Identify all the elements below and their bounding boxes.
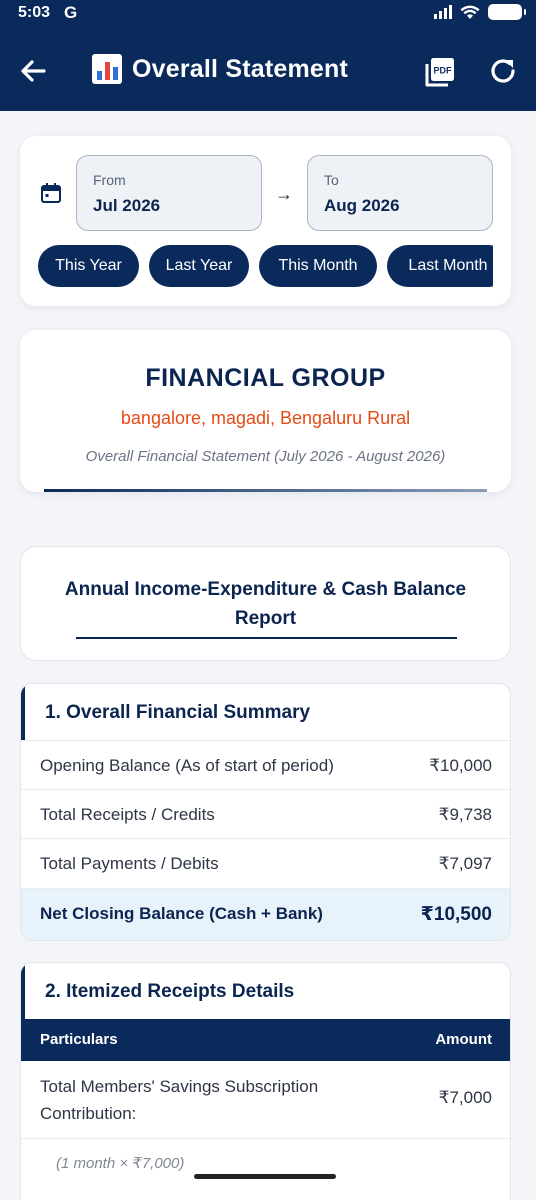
to-date-field[interactable]: To Aug 2026 [307,155,493,231]
status-bar: 5:03 G [0,0,536,28]
arrow-left-icon[interactable] [18,56,48,86]
summary-row-amount: ₹7,097 [438,854,492,873]
google-icon: G [64,3,78,22]
chip-last-year[interactable]: Last Year [149,245,249,287]
summary-row-label: Total Payments / Debits [40,854,219,873]
summary-row-amount: ₹9,738 [438,805,492,824]
summary-row: Opening Balance (As of start of period) … [21,740,510,790]
to-label: To [324,172,339,188]
organization-header: FINANCIAL GROUP bangalore, magadi, Benga… [20,330,511,492]
bar-chart-icon [92,54,122,84]
report-title-card: Annual Income-Expenditure & Cash Balance… [20,546,511,661]
receipt-amount: ₹7,000 [438,1088,492,1107]
receipts-title: 2. Itemized Receipts Details [45,981,295,1002]
closing-balance-row: Net Closing Balance (Cash + Bank) ₹10,50… [21,888,510,940]
closing-balance-label: Net Closing Balance (Cash + Bank) [40,904,323,923]
wifi-icon [460,5,480,19]
status-time: 5:03 [18,4,51,21]
summary-row: Total Payments / Debits ₹7,097 [21,838,510,888]
col-amount: Amount [435,1031,492,1048]
receipts-section: 2. Itemized Receipts Details Particulars… [20,962,511,1200]
receipt-particular: Total Members' Savings Subscription Cont… [40,1077,319,1123]
report-title: Annual Income-Expenditure & Cash Balance… [64,579,467,629]
preset-chips: This Year Last Year This Month Last Mont… [38,245,493,289]
section-accent [21,963,25,1019]
page-title: Overall Statement [132,54,348,83]
statement-period: Overall Financial Statement (July 2026 -… [85,448,446,465]
date-filter-card: From Jul 2026 → To Aug 2026 This Year La… [20,136,511,306]
home-indicator[interactable] [194,1174,336,1179]
from-label: From [93,172,126,188]
organization-address: bangalore, magadi, Bengaluru Rural [120,408,411,428]
organization-name: FINANCIAL GROUP [145,364,386,392]
report-title-underline [76,637,457,639]
page-title-group: Overall Statement [92,54,348,84]
chip-last-month[interactable]: Last Month [387,245,493,287]
refresh-icon[interactable] [488,56,518,86]
from-value: Jul 2026 [93,196,161,215]
summary-row: Total Receipts / Credits ₹9,738 [21,789,510,839]
pdf-export-icon[interactable]: PDF [424,56,456,88]
receipts-table-header: Particulars Amount [21,1019,510,1061]
range-arrow: → [275,184,293,204]
summary-title: 1. Overall Financial Summary [45,702,311,723]
signal-icon [434,5,452,19]
from-date-field[interactable]: From Jul 2026 [76,155,262,231]
summary-row-label: Total Receipts / Credits [40,805,215,824]
section-accent [21,684,25,740]
col-particulars: Particulars [40,1031,118,1048]
header-divider [44,489,487,492]
financial-summary-section: 1. Overall Financial Summary Opening Bal… [20,683,511,941]
pdf-label: PDF [434,66,453,76]
chip-this-month[interactable]: This Month [259,245,377,287]
chip-this-year[interactable]: This Year [38,245,139,287]
to-value: Aug 2026 [324,196,400,215]
calendar-icon [41,183,61,203]
summary-row-amount: ₹10,000 [429,756,492,775]
receipt-note: (1 month × ₹7,000) [56,1155,185,1172]
battery-icon [488,4,526,20]
closing-balance-amount: ₹10,500 [420,904,492,925]
table-row: Total Members' Savings Subscription Cont… [21,1061,510,1139]
status-icons [434,4,526,20]
summary-row-label: Opening Balance (As of start of period) [40,756,334,775]
app-bar: 5:03 G Overall Statement PDF [0,0,536,111]
